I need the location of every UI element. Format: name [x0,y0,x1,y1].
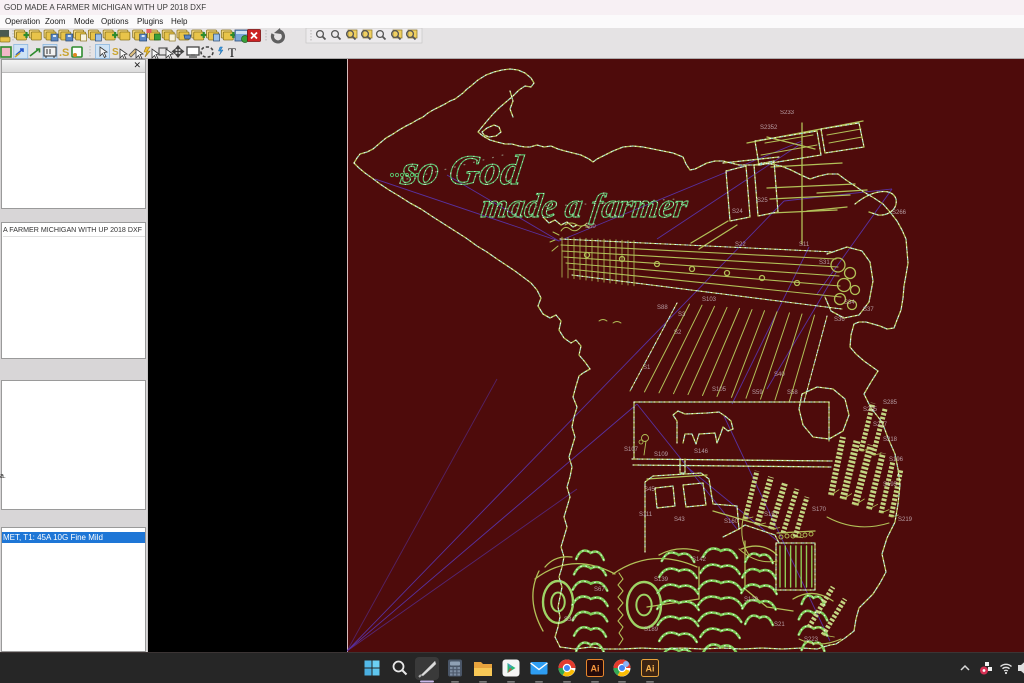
svg-text:S58: S58 [787,390,798,396]
svg-text:S22: S22 [735,242,746,248]
svg-text:S223: S223 [804,637,819,643]
svg-text:S88: S88 [657,305,668,311]
svg-text:S21: S21 [774,622,785,628]
svg-text:S36: S36 [834,317,845,323]
svg-text:S67: S67 [594,587,605,593]
svg-text:S3: S3 [678,312,686,318]
svg-text:S189: S189 [644,627,659,633]
svg-text:S170: S170 [812,507,827,513]
svg-text:S285: S285 [883,400,898,406]
svg-text:S111: S111 [639,512,653,518]
svg-text:S: S [112,47,119,58]
svg-text:S2: S2 [674,330,682,336]
svg-text:S31: S31 [819,260,830,266]
svg-text:Ai: Ai [591,664,600,674]
svg-text:S160: S160 [724,519,739,525]
svg-text:S59: S59 [752,390,763,396]
svg-text:S107: S107 [624,447,639,453]
svg-text:S37: S37 [863,307,874,313]
svg-text:T: T [228,45,236,59]
svg-text:Ai: Ai [646,664,655,674]
svg-text:S195: S195 [883,482,898,488]
svg-text:S24: S24 [732,209,743,215]
svg-text:S218: S218 [883,437,898,443]
svg-text:S109: S109 [654,452,669,458]
svg-text:S34: S34 [844,300,855,306]
svg-text:.S: .S [59,47,69,59]
svg-text:S129: S129 [744,597,759,603]
svg-text:S157: S157 [764,512,779,518]
svg-text:S103: S103 [702,297,717,303]
svg-text:S25: S25 [757,198,768,204]
svg-text:S139: S139 [654,577,669,583]
svg-text:S196: S196 [889,457,904,463]
svg-text:S2352: S2352 [760,125,778,131]
svg-text:S105: S105 [712,387,727,393]
svg-text:S11: S11 [799,242,810,248]
svg-text:S146: S146 [694,449,709,455]
svg-text:S233: S233 [780,110,795,116]
svg-text:made a farmer: made a farmer [479,188,691,225]
svg-text:S45: S45 [644,487,655,493]
svg-text:so God: so God [398,147,527,194]
svg-text:S217: S217 [873,422,888,428]
svg-text:S266: S266 [892,210,907,216]
svg-text:S219: S219 [898,517,913,523]
svg-text:S43: S43 [674,517,685,523]
svg-text:S1: S1 [643,365,651,371]
svg-text:S34: S34 [564,617,575,623]
svg-text:S142: S142 [692,557,707,563]
svg-text:S205: S205 [863,407,878,413]
svg-text:S40: S40 [774,372,785,378]
